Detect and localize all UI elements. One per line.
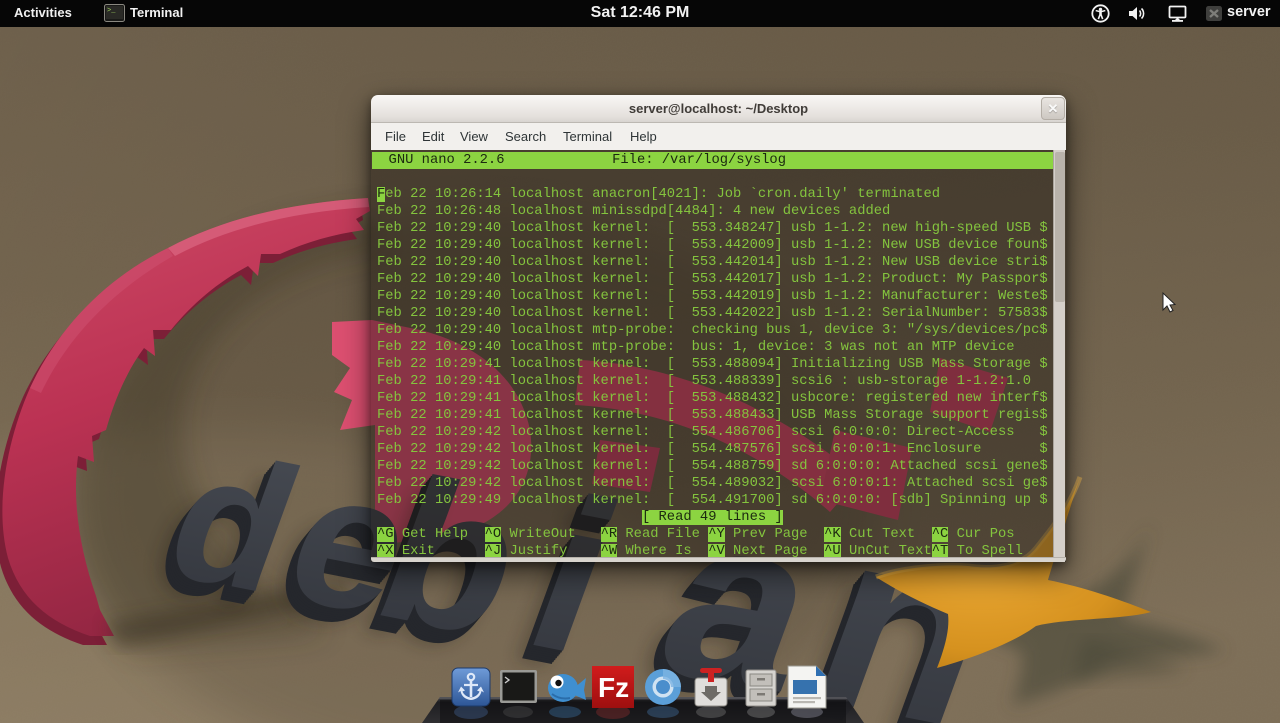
svg-text:Fz: Fz xyxy=(598,672,629,703)
